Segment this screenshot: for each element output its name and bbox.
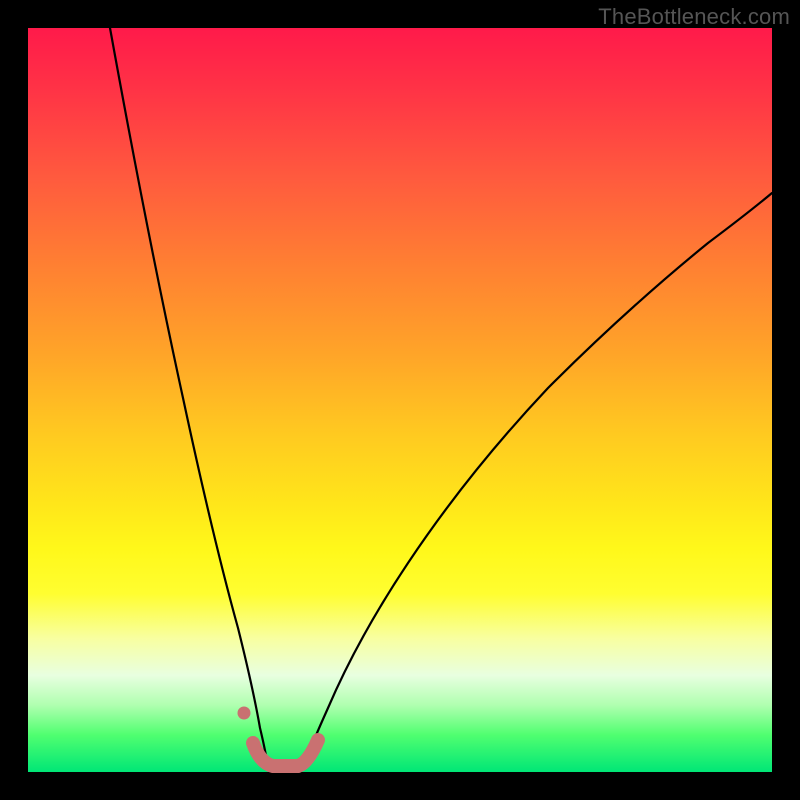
chart-plot-area bbox=[28, 28, 772, 772]
watermark-text: TheBottleneck.com bbox=[598, 4, 790, 30]
chart-svg bbox=[28, 28, 772, 772]
curve-right bbox=[303, 193, 772, 768]
curve-left bbox=[110, 28, 268, 768]
highlight-dot bbox=[238, 707, 251, 720]
